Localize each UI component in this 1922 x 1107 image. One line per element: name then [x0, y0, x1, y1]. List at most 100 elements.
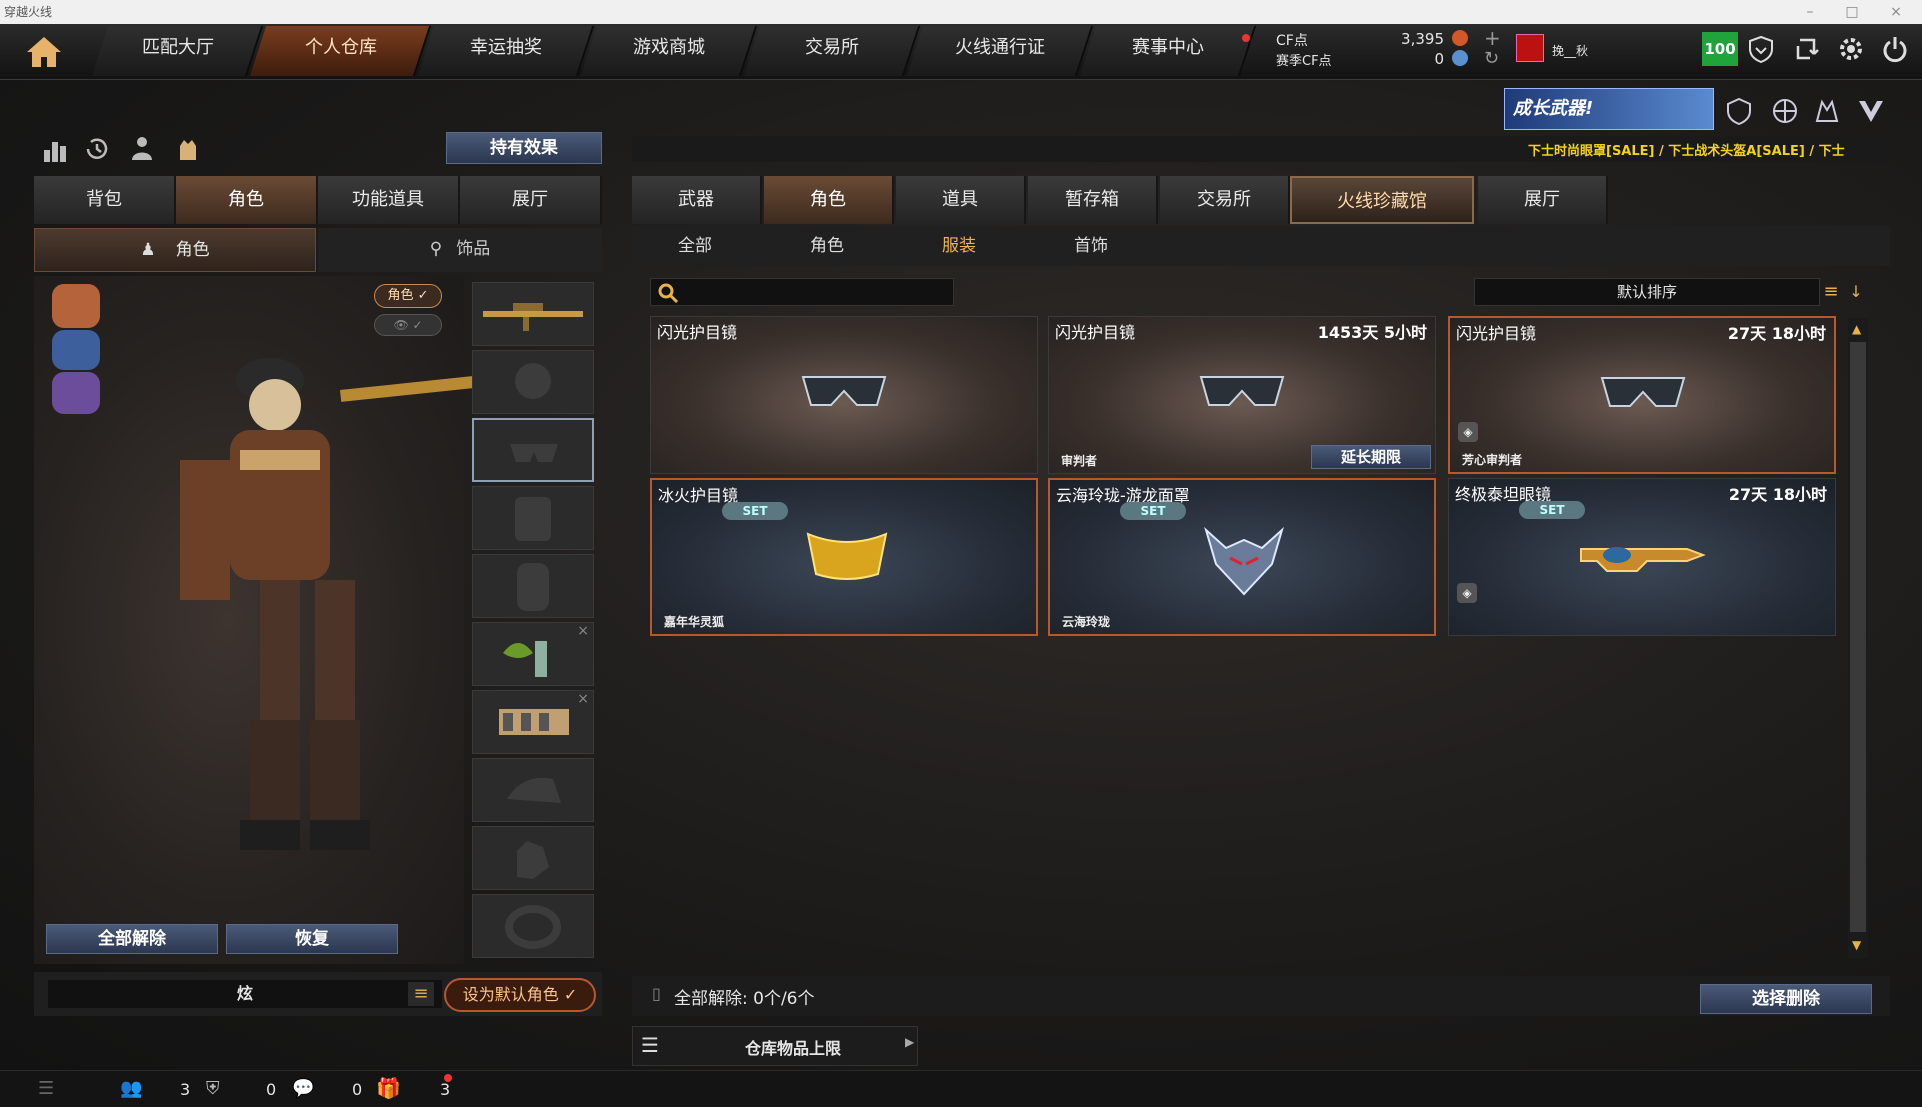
add-cf-icon[interactable]: +: [1484, 26, 1501, 50]
nav-tab-lucky-draw[interactable]: 幸运抽奖: [417, 26, 595, 76]
maximize-icon[interactable]: □: [1832, 0, 1872, 24]
storage-limit-bar[interactable]: ☰ 仓库物品上限 ▶: [632, 1026, 918, 1066]
set-badge: SET: [1519, 501, 1585, 519]
clan-count: 0: [266, 1080, 277, 1099]
wolf-emblem-icon[interactable]: [1812, 96, 1842, 126]
slot-pet[interactable]: [472, 758, 594, 822]
item-name: 闪光护目镜: [1055, 323, 1136, 342]
slot-eyewear[interactable]: [472, 418, 594, 482]
item-card-4[interactable]: 冰火护目镜 SET 嘉年华灵狐: [650, 478, 1038, 636]
close-icon[interactable]: ×: [1876, 0, 1916, 24]
right-tab-items[interactable]: 道具: [896, 176, 1026, 224]
growth-weapon-banner[interactable]: 成长武器!: [1504, 88, 1714, 130]
home-button[interactable]: [4, 26, 84, 78]
select-delete-button[interactable]: 选择删除: [1700, 984, 1872, 1014]
slot-head[interactable]: [472, 350, 594, 414]
item-card-1[interactable]: 闪光护目镜: [650, 316, 1038, 474]
slot-accessory[interactable]: [472, 894, 594, 958]
slot-weapon[interactable]: [472, 282, 594, 346]
scroll-thumb[interactable]: [1850, 342, 1866, 932]
v-emblem-icon[interactable]: [1856, 96, 1886, 126]
nav-tab-battle-pass[interactable]: 火线通行证: [906, 26, 1094, 76]
minimize-icon[interactable]: –: [1790, 0, 1830, 24]
role-badge[interactable]: 角色 ✓: [374, 284, 442, 308]
notification-dot: [1242, 34, 1250, 42]
sort-down-icon[interactable]: ↓: [1846, 280, 1866, 304]
remove-slot-icon[interactable]: ×: [577, 623, 589, 639]
item-card-3[interactable]: 闪光护目镜 27天 18小时 ◈ 芳心审判者: [1448, 316, 1836, 474]
slot-backpack[interactable]: [472, 554, 594, 618]
character-name-field[interactable]: 炫: [48, 980, 442, 1008]
item-card-5[interactable]: 云海玲珑-游龙面罩 SET 云海玲珑: [1048, 478, 1436, 636]
right-tab-character[interactable]: 角色: [764, 176, 894, 224]
right-tab-showroom[interactable]: 展厅: [1478, 176, 1608, 224]
character-edit-icon[interactable]: [128, 134, 158, 164]
ring-icon: ⚲: [429, 239, 443, 259]
left-tab-showroom[interactable]: 展厅: [460, 176, 602, 224]
set-default-character-button[interactable]: 设为默认角色 ✓: [444, 978, 596, 1012]
right-tab-weapon[interactable]: 武器: [632, 176, 762, 224]
purple-faction-icon[interactable]: [52, 372, 100, 414]
clan-shield-icon[interactable]: ⛨: [206, 1078, 220, 1099]
nav-tab-exchange[interactable]: 交易所: [743, 26, 921, 76]
restore-button[interactable]: 恢复: [226, 924, 398, 954]
item-card-2[interactable]: 闪光护目镜 1453天 5小时 审判者 延长期限: [1048, 316, 1436, 474]
blue-faction-icon[interactable]: [52, 330, 100, 370]
unequip-checkbox-icon[interactable]: ▯: [652, 984, 661, 1003]
switch-icon[interactable]: [1792, 34, 1822, 64]
expand-arrow-icon[interactable]: ▶: [905, 1035, 914, 1049]
scroll-down-icon[interactable]: ▼: [1852, 938, 1861, 952]
scrollbar[interactable]: ▲ ▼: [1848, 318, 1868, 958]
nav-tab-match-lobby[interactable]: 匹配大厅: [91, 26, 264, 76]
menu-icon[interactable]: ≡: [408, 982, 434, 1006]
hide-eye-icon[interactable]: 👁 ✓: [374, 314, 442, 336]
remove-slot-icon[interactable]: ×: [577, 691, 589, 707]
history-icon[interactable]: [82, 134, 112, 164]
wolf-faction-icon[interactable]: [52, 284, 100, 328]
subtab-all[interactable]: 全部: [632, 226, 758, 266]
right-tab-collection[interactable]: 火线珍藏馆: [1290, 176, 1474, 224]
right-tab-temp-box[interactable]: 暂存箱: [1028, 176, 1158, 224]
slot-spray[interactable]: [472, 826, 594, 890]
menu-list-icon[interactable]: ☰: [38, 1078, 54, 1099]
extend-duration-button[interactable]: 延长期限: [1311, 445, 1431, 469]
gift-icon[interactable]: 🎁: [376, 1076, 401, 1100]
search-input[interactable]: [681, 281, 949, 303]
slot-vest[interactable]: [472, 486, 594, 550]
friends-icon[interactable]: 👥: [120, 1078, 142, 1099]
subtab-clothing[interactable]: 服装: [896, 226, 1022, 266]
glove-icon[interactable]: [172, 134, 202, 164]
effect-button[interactable]: 持有效果: [446, 132, 602, 164]
shield-icon[interactable]: [1746, 34, 1776, 64]
sort-dropdown[interactable]: 默认排序: [1474, 278, 1820, 306]
nav-tab-game-mall[interactable]: 游戏商城: [580, 26, 758, 76]
globe-icon[interactable]: [1770, 96, 1800, 126]
ticker-text[interactable]: 下士时尚眼罩[SALE] / 下士战术头盔A[SALE] / 下士: [1528, 140, 1845, 159]
chat-icon[interactable]: 💬: [292, 1078, 314, 1099]
rank-shield-icon[interactable]: [1724, 96, 1754, 126]
gear-icon[interactable]: [1836, 34, 1866, 64]
nav-tab-personal-storage[interactable]: 个人仓库: [249, 26, 432, 76]
shield-badge-icon: ◈: [1458, 422, 1478, 442]
left-tab-function-items[interactable]: 功能道具: [318, 176, 460, 224]
right-tab-exchange[interactable]: 交易所: [1160, 176, 1290, 224]
nav-tab-event-center[interactable]: 赛事中心: [1079, 26, 1257, 76]
left-tab-character[interactable]: 角色: [176, 176, 318, 224]
left-tab-backpack[interactable]: 背包: [34, 176, 176, 224]
subtab-jewelry[interactable]: 首饰: [1028, 226, 1154, 266]
slot-item-belt[interactable]: ×: [472, 690, 594, 754]
ranking-icon[interactable]: [40, 136, 70, 166]
refresh-icon[interactable]: ↻: [1484, 48, 1499, 69]
ticker-bar: 下士时尚眼罩[SALE] / 下士战术头盔A[SALE] / 下士: [632, 136, 1890, 162]
search-field[interactable]: [650, 278, 954, 306]
list-icon[interactable]: ≡: [1820, 280, 1842, 304]
subtab-character[interactable]: ♟ 角色: [34, 228, 316, 272]
subtab-accessory[interactable]: ⚲ 饰品: [318, 228, 602, 272]
subtab-role[interactable]: 角色: [764, 226, 890, 266]
scroll-up-icon[interactable]: ▲: [1852, 322, 1861, 336]
slot-item-leaf[interactable]: ×: [472, 622, 594, 686]
power-icon[interactable]: [1880, 34, 1910, 64]
unequip-all-button[interactable]: 全部解除: [46, 924, 218, 954]
username[interactable]: 挽__秋: [1552, 42, 1588, 59]
item-card-6[interactable]: 终极泰坦眼镜 27天 18小时 SET ◈: [1448, 478, 1836, 636]
